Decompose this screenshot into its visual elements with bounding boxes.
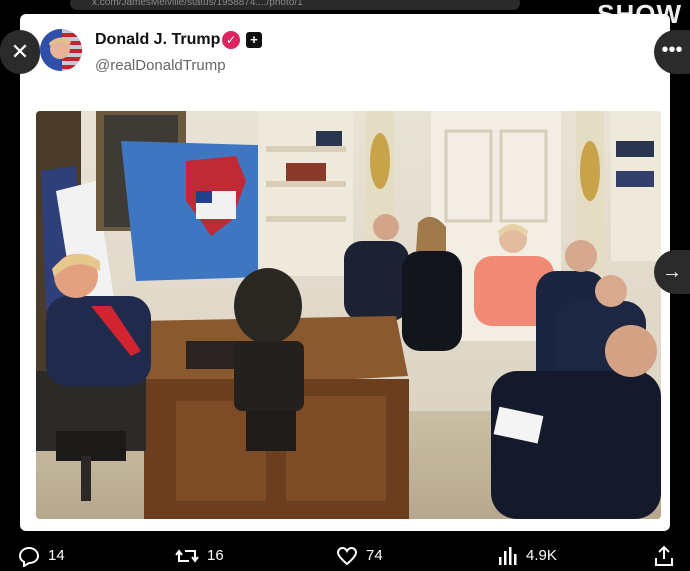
like-count: 74 xyxy=(366,547,383,564)
repost-button[interactable]: 16 xyxy=(175,540,224,571)
avatar[interactable] xyxy=(40,29,82,71)
user-handle[interactable]: @realDonaldTrump xyxy=(95,57,226,74)
reply-button[interactable]: 14 xyxy=(18,540,65,571)
action-bar: 14 16 74 4.9K xyxy=(0,540,690,571)
like-button[interactable]: 74 xyxy=(336,540,383,571)
close-icon: ✕ xyxy=(10,39,30,64)
display-name[interactable]: Donald J. Trump xyxy=(95,31,220,49)
views-icon xyxy=(499,546,517,565)
views-button[interactable]: 4.9K xyxy=(496,540,557,571)
repost-count: 16 xyxy=(207,547,224,564)
post-photo[interactable] xyxy=(36,111,661,519)
address-bar[interactable]: x.com/JamesMelville/status/1958874..../p… xyxy=(70,0,520,10)
share-icon xyxy=(655,545,673,566)
reply-icon xyxy=(18,546,40,567)
reply-count: 14 xyxy=(48,547,65,564)
oval-office-photo xyxy=(36,111,661,519)
verified-badge-icon: ✓ xyxy=(222,31,240,49)
more-button[interactable]: ••• xyxy=(654,30,690,74)
close-button[interactable]: ✕ xyxy=(0,30,40,74)
heart-icon xyxy=(336,546,358,565)
avatar-image xyxy=(40,29,82,71)
arrow-right-icon: → xyxy=(662,261,682,283)
view-count: 4.9K xyxy=(526,547,557,564)
next-photo-button[interactable]: → xyxy=(654,250,690,294)
repost-icon xyxy=(175,548,199,563)
browser-top-bar: x.com/JamesMelville/status/1958874..../p… xyxy=(0,0,690,28)
more-icon: ••• xyxy=(661,39,683,61)
share-button[interactable] xyxy=(653,540,675,571)
affiliation-plus-icon: + xyxy=(246,32,262,48)
